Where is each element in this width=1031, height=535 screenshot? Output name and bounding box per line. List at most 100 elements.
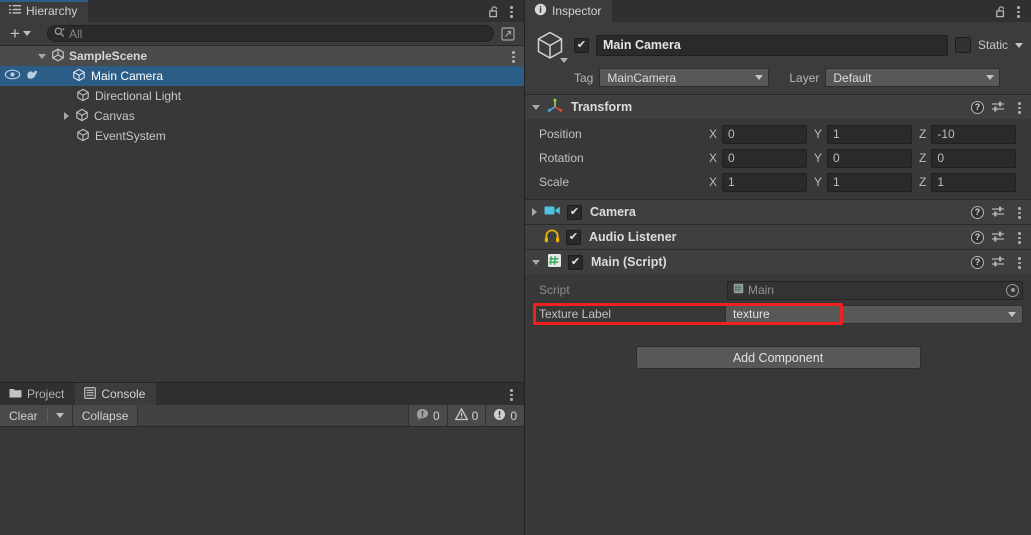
kebab-menu-icon[interactable]	[1012, 203, 1026, 221]
hierarchy-item-main-camera[interactable]: Main Camera	[0, 66, 524, 86]
preset-icon[interactable]	[991, 205, 1005, 219]
clear-button-group[interactable]: Clear	[0, 405, 73, 426]
rotation-z-value: 0	[937, 151, 945, 165]
script-object-field[interactable]: Main	[727, 280, 1023, 300]
chevron-down-icon[interactable]	[532, 259, 540, 265]
scale-label: Scale	[539, 175, 570, 189]
clear-dropdown-button[interactable]	[48, 405, 72, 426]
error-icon	[493, 408, 506, 424]
hierarchy-item-directional-light[interactable]: Directional Light	[0, 86, 524, 106]
rotation-z-input[interactable]: 0	[931, 148, 1017, 168]
error-counter[interactable]: 0	[485, 405, 524, 426]
texture-label-dropdown[interactable]: texture	[725, 304, 1023, 324]
camera-enabled-checkbox[interactable]	[567, 204, 582, 220]
scale-x: X 1	[709, 172, 808, 192]
component-audio-listener: Audio Listener ?	[525, 225, 1031, 250]
chevron-down-icon[interactable]	[38, 53, 46, 59]
preset-icon[interactable]	[991, 230, 1005, 244]
position-z-input[interactable]: -10	[931, 124, 1017, 144]
hierarchy-item-eventsystem[interactable]: EventSystem	[0, 126, 524, 146]
tabbar-spacer	[88, 0, 486, 22]
chevron-down-icon[interactable]	[532, 104, 540, 110]
eye-icon[interactable]	[4, 68, 21, 84]
search-picker-icon[interactable]	[498, 25, 518, 43]
component-main-script-header[interactable]: Main (Script) ?	[525, 250, 1031, 274]
kebab-menu-icon[interactable]	[1012, 98, 1026, 116]
position-x-input[interactable]: 0	[722, 124, 808, 144]
component-main-script-body: Script Main Texture Label texture	[525, 274, 1031, 332]
help-icon[interactable]: ?	[971, 100, 984, 114]
static-checkbox[interactable]	[954, 37, 971, 53]
help-icon[interactable]: ?	[971, 255, 984, 269]
position-z: Z -10	[919, 124, 1017, 144]
scale-y-input[interactable]: 1	[827, 172, 913, 192]
rotation-x-input[interactable]: 0	[722, 148, 808, 168]
chevron-down-icon[interactable]	[560, 58, 568, 63]
collapse-button[interactable]: Collapse	[72, 405, 139, 426]
hand-icon[interactable]	[25, 68, 40, 84]
chevron-down-icon	[55, 413, 64, 418]
rotation-y-input[interactable]: 0	[827, 148, 913, 168]
hierarchy-item-canvas[interactable]: Canvas	[0, 106, 524, 126]
scale-z-input[interactable]: 1	[931, 172, 1017, 192]
preset-icon[interactable]	[991, 100, 1005, 114]
log-counter[interactable]: 0	[407, 405, 447, 426]
hierarchy-search-field[interactable]	[46, 25, 494, 42]
tag-dropdown[interactable]: MainCamera	[599, 68, 770, 87]
tab-console[interactable]: Console	[75, 383, 157, 405]
tab-inspector[interactable]: Inspector	[525, 0, 613, 22]
kebab-menu-icon[interactable]	[1012, 253, 1026, 271]
lock-open-icon[interactable]	[486, 2, 502, 20]
gameobject-cube-icon	[72, 68, 86, 85]
kebab-menu-icon[interactable]	[504, 2, 518, 20]
hierarchy-scene-row[interactable]: SampleScene	[0, 46, 524, 66]
preset-icon[interactable]	[991, 255, 1005, 269]
hierarchy-item-label: Directional Light	[95, 89, 182, 103]
hierarchy-item-label: Canvas	[94, 109, 135, 123]
hierarchy-tabbar: Hierarchy	[0, 0, 524, 22]
kebab-menu-icon[interactable]	[504, 385, 518, 403]
main-script-enabled-checkbox[interactable]	[568, 254, 583, 270]
add-component-label: Add Component	[732, 350, 824, 365]
scale-x-input[interactable]: 1	[722, 172, 808, 192]
clear-button[interactable]: Clear	[0, 405, 47, 426]
component-transform-header[interactable]: Transform ?	[525, 95, 1031, 119]
object-picker-icon[interactable]	[1006, 283, 1019, 297]
tag-value: MainCamera	[607, 70, 677, 85]
tab-project[interactable]: Project	[0, 383, 75, 405]
console-log-list[interactable]	[0, 427, 524, 535]
help-icon[interactable]: ?	[971, 205, 984, 219]
tab-hierarchy[interactable]: Hierarchy	[0, 0, 89, 22]
rotation-y: Y 0	[814, 148, 913, 168]
layer-dropdown[interactable]: Default	[825, 68, 1001, 87]
kebab-menu-icon[interactable]	[506, 47, 520, 65]
component-transform-body: Position X 0 Y 1 Z -10 Rotation X 0 Y 0 …	[525, 119, 1031, 199]
warning-counter[interactable]: 0	[446, 405, 486, 426]
inspector-panel: Inspector Main Camera	[525, 0, 1031, 535]
gameobject-name-input[interactable]: Main Camera	[596, 34, 948, 56]
kebab-menu-icon[interactable]	[1011, 2, 1025, 20]
help-icon[interactable]: ?	[971, 230, 984, 244]
lock-open-icon[interactable]	[993, 2, 1009, 20]
chevron-right-icon[interactable]	[64, 112, 69, 120]
component-audio-listener-header[interactable]: Audio Listener ?	[525, 225, 1031, 249]
unity-editor-window: Hierarchy + All SampleScene Main Camera …	[0, 0, 1031, 535]
create-gameobject-button[interactable]: +	[6, 25, 35, 43]
hierarchy-item-content: Directional Light	[76, 88, 181, 105]
component-header-actions: ?	[971, 200, 1026, 224]
component-camera-header[interactable]: Camera ?	[525, 200, 1031, 224]
texture-label-label: Texture Label	[539, 307, 612, 321]
static-dropdown-icon[interactable]	[1015, 42, 1023, 48]
chevron-right-icon[interactable]	[532, 208, 537, 216]
gameobject-enabled-checkbox[interactable]	[574, 37, 589, 53]
audio-listener-enabled-checkbox[interactable]	[566, 229, 581, 245]
position-y-input[interactable]: 1	[827, 124, 913, 144]
add-component-area: Add Component	[525, 332, 1031, 383]
gameobject-cube-icon[interactable]	[533, 28, 568, 63]
search-input[interactable]	[68, 26, 487, 41]
plus-icon: +	[10, 23, 20, 43]
add-component-button[interactable]: Add Component	[635, 346, 921, 369]
component-camera-title: Camera	[590, 205, 636, 219]
layer-value: Default	[833, 70, 872, 85]
kebab-menu-icon[interactable]	[1012, 228, 1026, 246]
